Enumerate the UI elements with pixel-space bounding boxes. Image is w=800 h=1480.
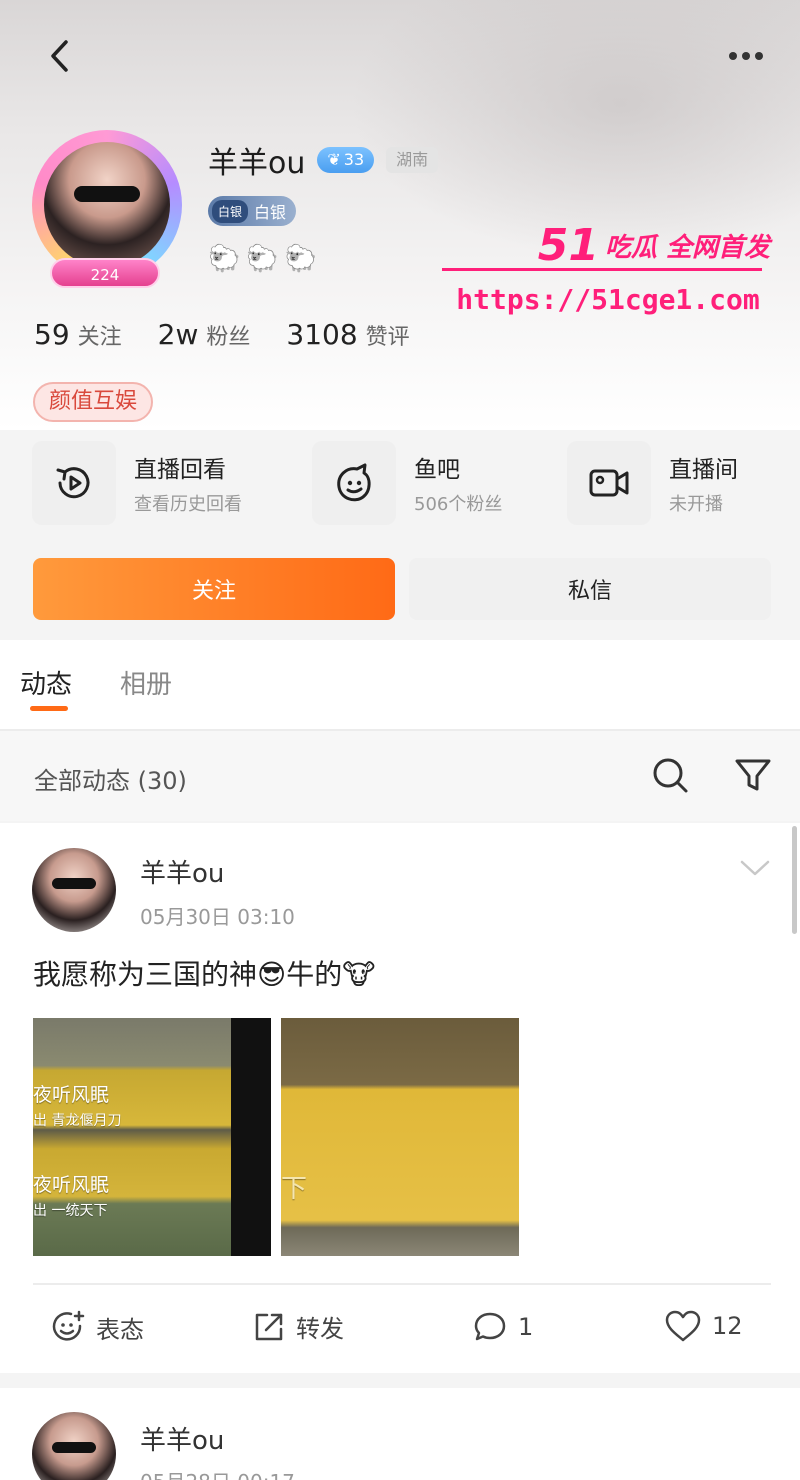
region-badge: 湖南 [386,147,439,173]
comment-icon [474,1312,506,1341]
stat-fans[interactable]: 2w 粉丝 [158,318,251,351]
comment-button[interactable]: 1 [472,1309,533,1345]
search-icon[interactable] [650,755,690,795]
sheep-icon: 🐑 [284,244,318,274]
profile-actions: 关注 私信 [33,558,771,620]
divider [33,1283,771,1285]
replay-icon [32,441,116,525]
profile-avatar[interactable]: 224 [22,130,188,290]
like-count: 12 [712,1312,743,1340]
avatar-image [44,142,170,268]
watermark-number: 51 [537,219,599,271]
react-label: 表态 [96,1315,144,1344]
stat-following[interactable]: 59 关注 [34,318,122,351]
share-label: 转发 [296,1315,344,1343]
feed-post[interactable]: 羊羊ou 05月30日 03:10 我愿称为三国的神😎牛的🐮 夜听风眠 出 青龙… [0,823,800,1373]
feature-subtitle: 查看历史回看 [134,494,242,515]
stat-value: 3108 [286,318,358,351]
image-caption: 出 一统天下 [33,1203,108,1219]
feature-cards: 直播回看 查看历史回看 鱼吧 506个粉丝 直播间 未开播 [32,440,772,526]
image-caption: 夜听风眠 [33,1084,110,1106]
stat-value: 59 [34,318,70,351]
watermark-text: 吃瓜 全网首发 [604,232,770,263]
user-name: 羊羊ou [208,146,306,181]
vip-badge[interactable]: ❦ 33 [317,147,375,173]
scrollbar[interactable] [792,826,797,934]
name-row: 羊羊ou ❦ 33 湖南 [208,140,439,181]
active-tab-indicator [30,706,68,711]
badge-row: 🐑 🐑 🐑 [208,244,317,274]
watermark-title: 51 吃瓜 全网首发 [440,219,770,271]
rank-name: 白银 [254,203,287,222]
message-button[interactable]: 私信 [409,558,771,620]
rank-badge[interactable]: 白银 白银 [208,196,297,226]
post-author-name[interactable]: 羊羊ou [140,853,224,890]
filter-icon[interactable] [732,755,774,795]
fish-bar-icon [312,441,396,525]
image-caption: 出 青龙偃月刀 [33,1113,122,1129]
content-tabs: 动态 相册 [0,640,800,732]
back-button[interactable] [40,36,80,76]
feature-title: 直播间 [669,457,738,483]
feature-live-replay[interactable]: 直播回看 查看历史回看 [32,440,312,526]
avatar-level-badge: 224 [50,258,160,288]
feed-post[interactable]: 羊羊ou 05月28日 00:17 [0,1388,800,1480]
watermark-divider [442,268,762,271]
category-tag[interactable]: 颜值互娱 [33,382,154,422]
post-image[interactable]: 下 [281,1018,519,1256]
like-button[interactable]: 12 [664,1309,743,1343]
post-author-name[interactable]: 羊羊ou [140,1420,224,1457]
post-image[interactable]: 夜听风眠 出 青龙偃月刀 夜听风眠 出 一统天下 [33,1018,271,1256]
post-action-bar: 表态 转发 1 12 [0,1303,800,1353]
feature-live-room[interactable]: 直播间 未开播 [567,440,772,526]
post-author-avatar[interactable] [32,1412,116,1480]
image-caption: 夜听风眠 [33,1174,110,1196]
back-arrow-icon [51,40,68,72]
more-dot-icon [742,52,750,60]
post-text: 我愿称为三国的神😎牛的🐮 [33,958,376,991]
video-camera-icon [567,441,651,525]
post-timestamp: 05月28日 00:17 [140,1466,295,1480]
vip-level: 33 [343,150,365,169]
stat-label: 关注 [77,325,122,350]
post-timestamp: 05月30日 03:10 [140,905,295,929]
stats-row: 59 关注 2w 粉丝 3108 赞评 [34,318,410,362]
rank-tag: 白银 [212,199,249,223]
share-icon [255,1313,283,1340]
feature-subtitle: 未开播 [669,494,723,515]
tab-album[interactable]: 相册 [120,664,172,701]
feature-title: 直播回看 [134,457,226,483]
tab-feed[interactable]: 动态 [20,664,72,701]
smiley-icon [52,1310,85,1341]
stat-value: 2w [157,318,199,351]
follow-button[interactable]: 关注 [33,558,395,620]
watermark-url: https://51cge1.com [456,283,760,316]
react-button[interactable]: 表态 [50,1309,144,1345]
heart-icon [665,1310,701,1342]
feature-title: 鱼吧 [414,457,460,483]
image-caption: 下 [281,1174,308,1204]
feature-subtitle: 506个粉丝 [414,494,503,515]
rank-row: 白银 白银 [208,195,297,227]
post-author-avatar[interactable] [32,848,116,932]
chevron-down-icon[interactable] [738,853,772,883]
feed-filter-title[interactable]: 全部动态 (30) [34,761,187,796]
more-dot-icon [755,52,763,60]
feature-fish-bar[interactable]: 鱼吧 506个粉丝 [312,440,567,526]
comment-count: 1 [518,1313,534,1341]
more-options-button[interactable] [722,36,770,76]
wing-icon: ❦ [327,150,341,169]
sheep-icon: 🐑 [208,244,241,274]
top-bar [0,30,800,86]
stat-label: 赞评 [365,325,410,350]
stat-label: 粉丝 [206,325,251,350]
sheep-icon: 🐑 [246,244,279,274]
feed-filter-bar: 全部动态 (30) [0,731,800,821]
share-button[interactable]: 转发 [252,1309,344,1344]
more-dot-icon [729,52,737,60]
stat-likes[interactable]: 3108 赞评 [286,318,409,351]
